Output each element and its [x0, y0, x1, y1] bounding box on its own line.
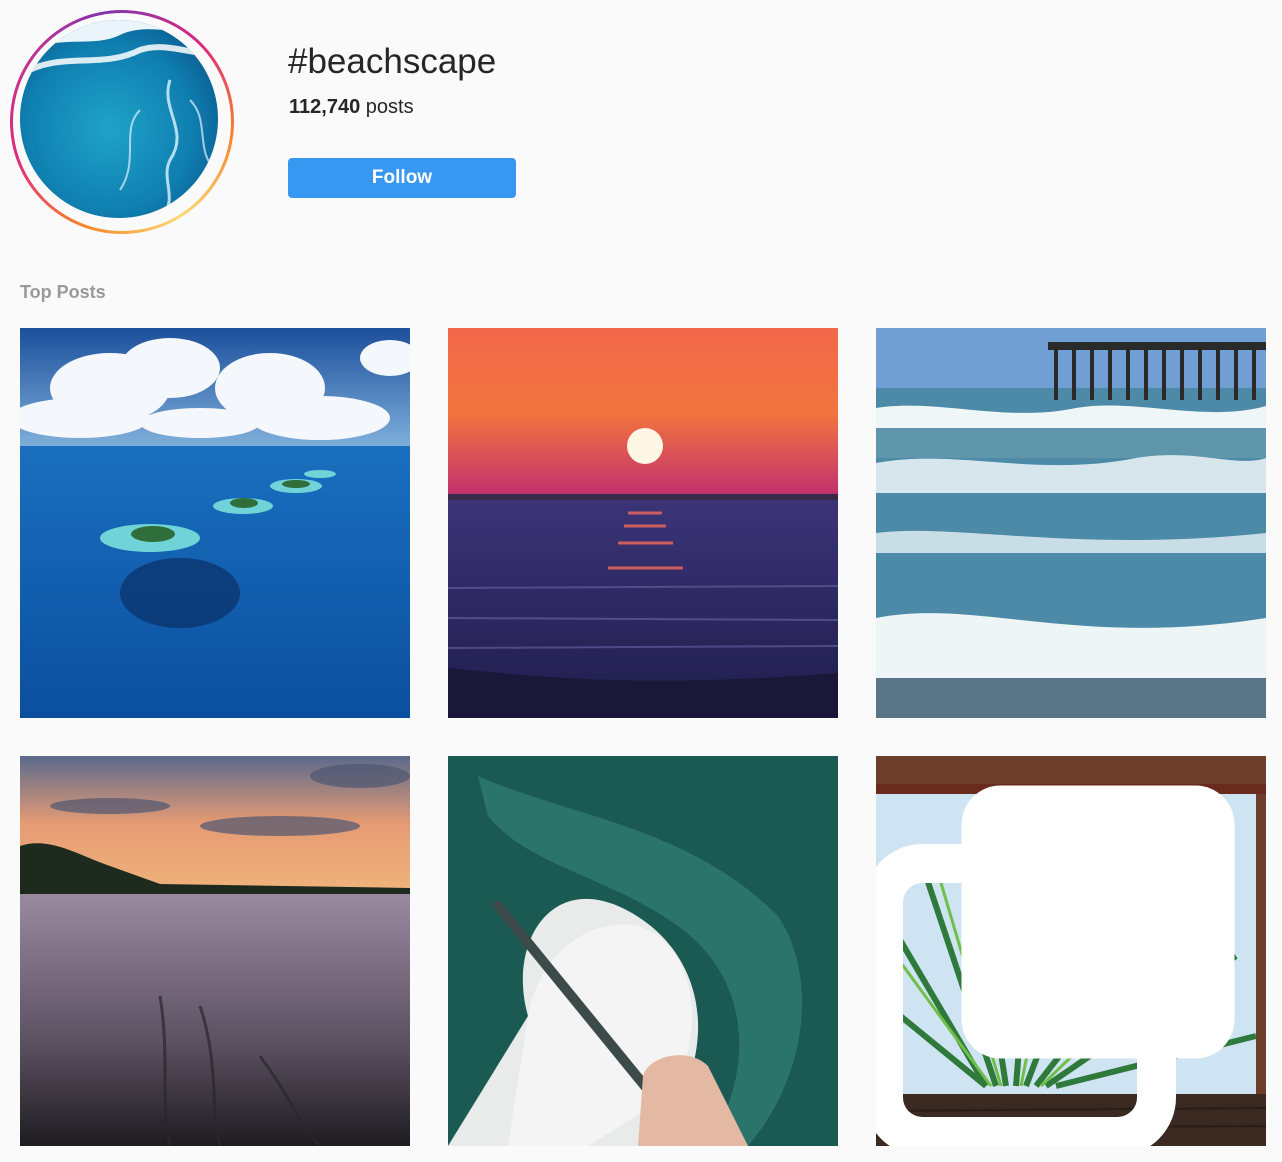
post-tile[interactable]	[876, 756, 1266, 1146]
hashtag-avatar-ring	[10, 10, 234, 234]
hashtag-avatar	[20, 20, 218, 218]
top-posts-heading: Top Posts	[20, 282, 106, 302]
hashtag-title: #beachscape	[288, 42, 497, 81]
post-count: 112,740 posts	[289, 95, 414, 119]
post-image-wave-painting	[448, 756, 838, 1146]
post-count-number: 112,740	[289, 96, 361, 118]
post-tile[interactable]	[20, 328, 410, 718]
follow-button[interactable]: Follow	[288, 158, 516, 198]
post-tile[interactable]	[20, 756, 410, 1146]
post-image-sunset	[448, 328, 838, 718]
post-tile[interactable]	[448, 328, 838, 718]
post-image-beach-sunset	[20, 756, 410, 1146]
post-image-pier-waves	[876, 328, 1266, 718]
ocean-wave-image	[20, 20, 218, 218]
post-tile[interactable]	[876, 328, 1266, 718]
post-image-islands	[20, 328, 410, 718]
multiple-posts-icon	[876, 785, 1235, 1146]
post-tile[interactable]	[448, 756, 838, 1146]
post-count-suffix: posts	[360, 96, 414, 118]
